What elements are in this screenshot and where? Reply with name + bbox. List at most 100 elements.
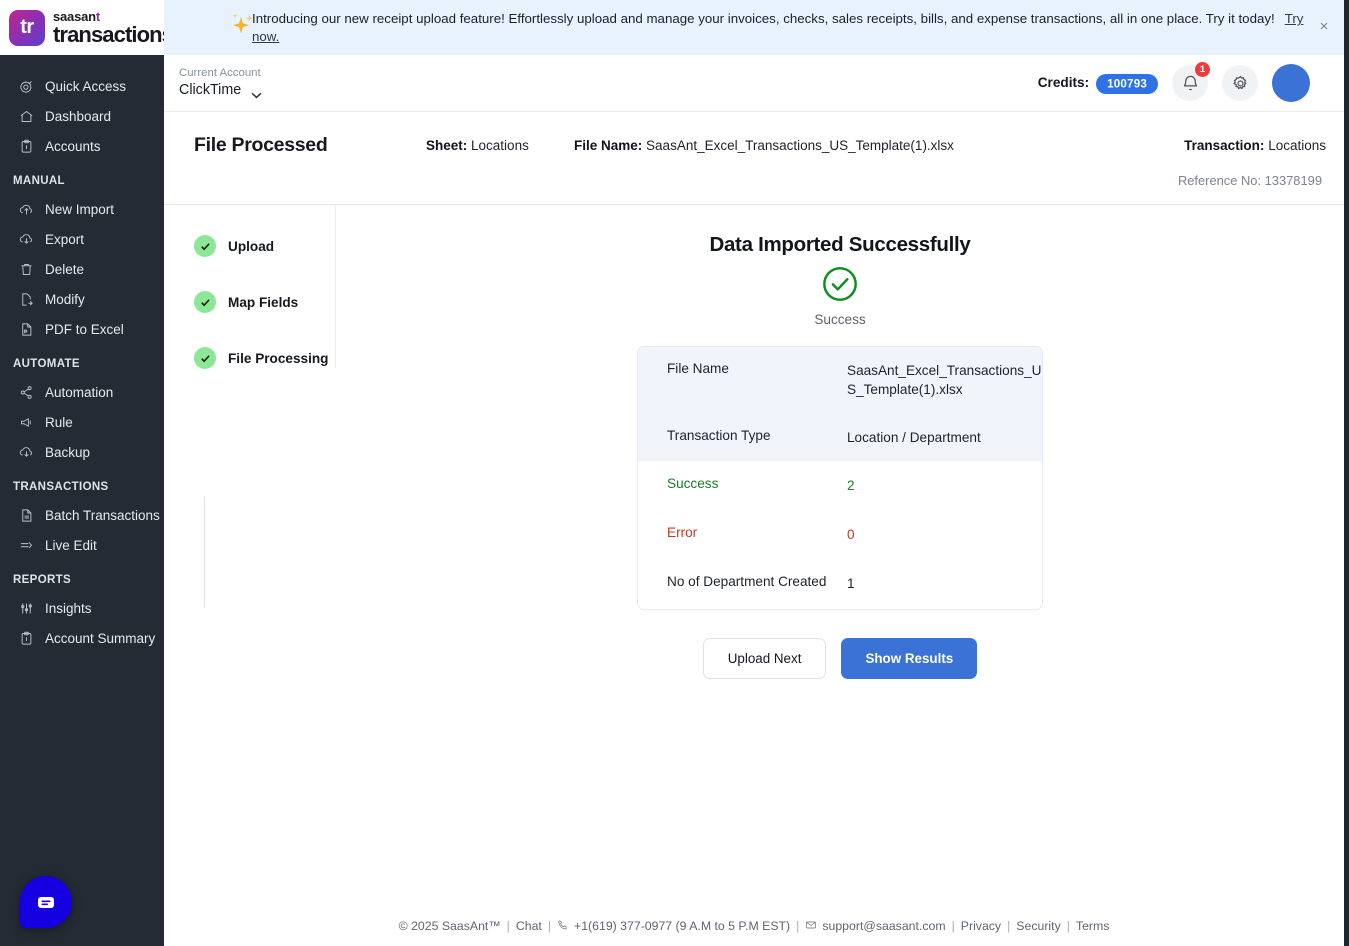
user-avatar[interactable] (1272, 64, 1310, 102)
home-icon (18, 108, 34, 124)
clipboard-icon (18, 138, 34, 154)
chevron-down-icon (251, 87, 262, 99)
sidebar-item-rule[interactable]: Rule (0, 407, 164, 437)
detail-key: Error (667, 525, 698, 541)
filename-meta: File Name: SaasAnt_Excel_Transactions_US… (574, 138, 1184, 153)
sidebar-item-account-summary[interactable]: Account Summary (0, 623, 164, 653)
promo-banner-message: Introducing our new receipt upload featu… (252, 11, 1275, 27)
sidebar-item-batch-transactions[interactable]: Batch Transactions (0, 500, 164, 530)
sidebar-label: Automation (45, 384, 114, 400)
sidebar-nav: Quick Access Dashboard Accounts MANUAL N… (0, 55, 164, 653)
sidebar-label: Modify (45, 291, 85, 307)
footer-security-link[interactable]: Security (1016, 919, 1060, 933)
stepper-item-upload[interactable]: Upload (194, 235, 335, 257)
footer-separator: | (1007, 919, 1011, 933)
main-area: Introducing our new receipt upload featu… (164, 0, 1349, 946)
detail-key: No of Department Created (667, 574, 827, 590)
footer-chat-link[interactable]: Chat (516, 919, 542, 933)
detail-key: Transaction Type (667, 427, 771, 443)
promo-banner-text: Introducing our new receipt upload featu… (252, 10, 1330, 45)
clipboard-icon (18, 630, 34, 646)
sheet-meta: Sheet: Locations (426, 138, 566, 153)
sidebar-label: Insights (45, 600, 92, 616)
account-switcher-label: Current Account (179, 67, 261, 80)
upload-cloud-icon (18, 201, 34, 217)
sidebar-item-modify[interactable]: Modify (0, 284, 164, 314)
footer-privacy-link[interactable]: Privacy (961, 919, 1001, 933)
sidebar-item-backup[interactable]: Backup (0, 437, 164, 467)
result-title: Data Imported Successfully (709, 233, 971, 256)
logo-line-2: transactions (53, 21, 164, 47)
sidebar-item-dashboard[interactable]: Dashboard (0, 101, 164, 131)
sidebar-item-delete[interactable]: Delete (0, 254, 164, 284)
sidebar-label: Quick Access (45, 78, 127, 94)
detail-row-transaction-type: Transaction Type Location / Department (638, 413, 1042, 461)
sidebar-group-automate: AUTOMATE (13, 358, 80, 370)
credits-label: Credits: (1037, 75, 1090, 90)
sidebar-item-export[interactable]: Export (0, 224, 164, 254)
promo-banner: Introducing our new receipt upload featu… (164, 0, 1344, 55)
download-cloud-icon (18, 231, 34, 247)
phone-icon (557, 919, 571, 933)
page-content: Upload Map Fields File Processing Data I… (164, 205, 1344, 906)
detail-key: File Name (667, 361, 729, 376)
stepper-item-map-fields[interactable]: Map Fields (194, 291, 335, 313)
transaction-meta: Transaction: Locations (1184, 138, 1326, 153)
page-title: File Processed (194, 134, 328, 156)
sidebar-item-live-edit[interactable]: Live Edit (0, 530, 164, 560)
footer-separator: | (506, 919, 510, 933)
megaphone-icon (18, 414, 34, 430)
footer-copyright: © 2025 SaasAnt™ (398, 919, 501, 933)
footer-phone: +1(619) 377-0977 (9 A.M to 5 P.M EST) (574, 919, 791, 933)
account-switcher-value: ClickTime (179, 82, 242, 99)
transaction-value: Locations (1268, 138, 1326, 153)
footer-email[interactable]: support@saasant.com (822, 919, 945, 933)
sidebar-item-automation[interactable]: Automation (0, 377, 164, 407)
sidebar-label: Account Summary (45, 630, 156, 646)
share-nodes-icon (18, 384, 34, 400)
account-switcher[interactable]: Current Account ClickTime (179, 67, 262, 99)
show-results-button[interactable]: Show Results (841, 637, 978, 679)
sidebar-item-quick-access[interactable]: Quick Access (0, 71, 164, 101)
sidebar-item-accounts[interactable]: Accounts (0, 131, 164, 161)
settings-button[interactable] (1222, 65, 1258, 101)
sheet-label: Sheet: (426, 138, 468, 153)
page-header: File Processed Sheet: Locations File Nam… (164, 112, 1344, 205)
sparkle-icon (226, 11, 256, 41)
footer-separator: | (1066, 919, 1070, 933)
logo-wordmark: saasant transactions (53, 10, 164, 46)
footer-separator: | (796, 919, 800, 933)
sidebar-label: Live Edit (45, 537, 97, 553)
footer-separator: | (547, 919, 552, 933)
sidebar-item-new-import[interactable]: New Import (0, 194, 164, 224)
sheet-value: Locations (471, 138, 529, 153)
detail-row-departments-created: No of Department Created 1 (638, 559, 1042, 608)
sidebar-label: Rule (45, 414, 73, 430)
stepper-label: Map Fields (228, 294, 299, 310)
sidebar-label: Export (45, 231, 85, 247)
sidebar-item-insights[interactable]: Insights (0, 593, 164, 623)
sidebar-label: Accounts (45, 138, 101, 154)
sidebar-group-transactions: TRANSACTIONS (13, 481, 109, 493)
result-details-card: File Name SaasAnt_Excel_Transactions_US_… (637, 346, 1043, 610)
sidebar-group-reports: REPORTS (13, 574, 72, 586)
notifications-button[interactable]: 1 (1172, 62, 1210, 101)
account-switcher-value-row: ClickTime (179, 82, 262, 99)
result-pane: Data Imported Successfully Success File … (336, 205, 1344, 906)
sidebar: tr saasant transactions Quick Access Das… (0, 0, 164, 946)
target-icon (18, 78, 34, 94)
footer-separator: | (951, 919, 955, 933)
upload-next-button[interactable]: Upload Next (702, 637, 827, 679)
stepper-item-file-processing[interactable]: File Processing (194, 347, 335, 369)
check-icon (194, 347, 216, 369)
sidebar-label: Backup (45, 444, 91, 460)
chat-bubble-icon[interactable] (20, 876, 72, 928)
footer-terms-link[interactable]: Terms (1076, 919, 1109, 933)
app-logo[interactable]: tr saasant transactions (0, 0, 164, 55)
page-header-row: File Processed Sheet: Locations File Nam… (164, 134, 1344, 157)
sidebar-item-pdf-to-excel[interactable]: PDF to Excel (0, 314, 164, 344)
close-icon[interactable]: × (1316, 19, 1332, 34)
trash-icon (18, 261, 34, 277)
top-bar-right: Credits: 100793 1 (1037, 62, 1310, 102)
result-subtitle: Success (814, 312, 866, 327)
